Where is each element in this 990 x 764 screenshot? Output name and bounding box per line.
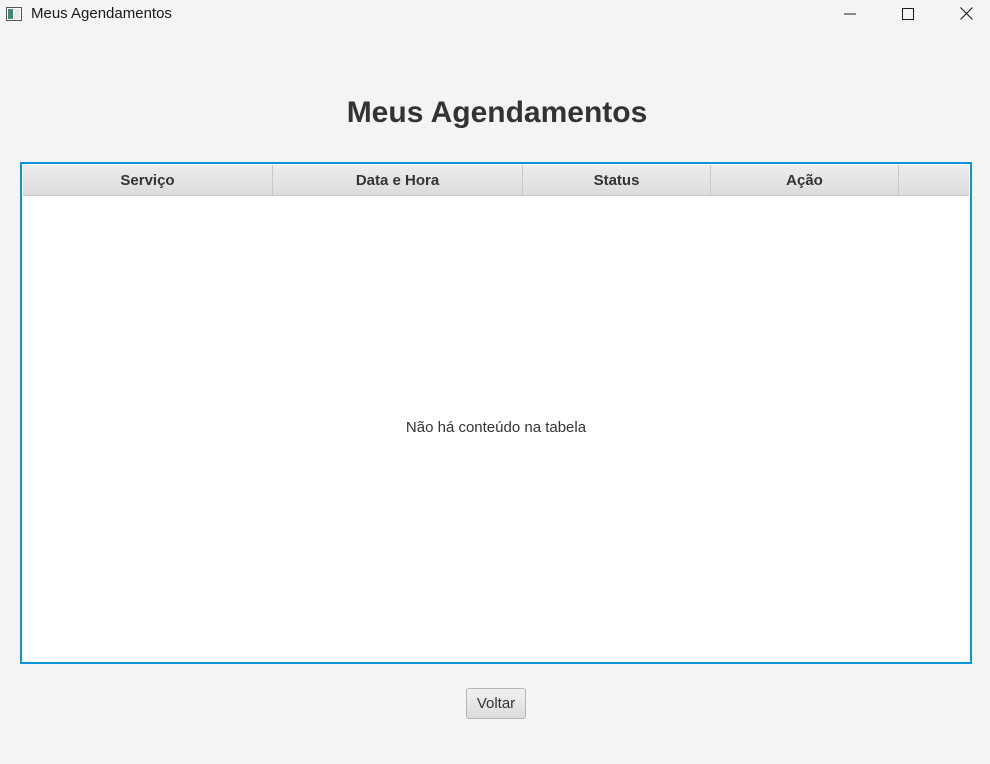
app-window: Meus Agendamentos Meus Agendamentos Serv… xyxy=(0,0,990,764)
minimize-button[interactable] xyxy=(821,0,879,28)
minimize-icon xyxy=(844,5,856,24)
column-header-acao[interactable]: Ação xyxy=(711,165,899,195)
close-button[interactable] xyxy=(937,0,990,28)
column-header-data-hora[interactable]: Data e Hora xyxy=(273,165,523,195)
empty-table-message: Não há conteúdo na tabela xyxy=(405,419,587,436)
app-icon xyxy=(6,6,22,21)
column-header-filler xyxy=(899,165,969,195)
table-body-area: Serviço Data e Hora Status Ação Não há c… xyxy=(23,165,969,661)
maximize-icon xyxy=(902,5,914,24)
maximize-button[interactable] xyxy=(879,0,937,28)
window-title: Meus Agendamentos xyxy=(31,5,172,22)
column-header-status[interactable]: Status xyxy=(523,165,711,195)
back-button[interactable]: Voltar xyxy=(466,688,526,719)
table-header: Serviço Data e Hora Status Ação xyxy=(23,165,969,196)
close-icon xyxy=(959,5,973,24)
page-title: Meus Agendamentos xyxy=(346,96,648,129)
title-bar[interactable]: Meus Agendamentos xyxy=(0,0,990,28)
appointments-table[interactable]: Serviço Data e Hora Status Ação Não há c… xyxy=(20,162,972,664)
column-header-servico[interactable]: Serviço xyxy=(23,165,273,195)
